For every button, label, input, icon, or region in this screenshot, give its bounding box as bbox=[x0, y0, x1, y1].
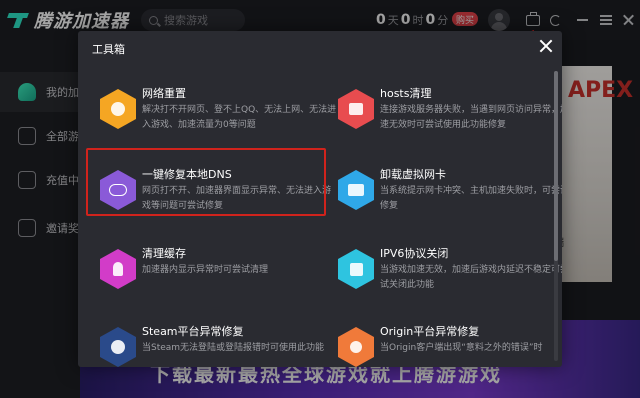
ip-icon bbox=[338, 249, 374, 289]
broom-icon bbox=[100, 249, 136, 289]
tool-desc: 解决打不开网页、登不上QQ、无法上网、无法进入游戏、加速流量为0等问题 bbox=[142, 105, 337, 130]
toolbox-dialog: 工具箱 网络重置 解决打不开网页、登不上QQ、无法上网、无法进入游戏、加速流量为… bbox=[78, 31, 562, 367]
tool-name: Origin平台异常修复 bbox=[380, 325, 480, 338]
server-icon bbox=[338, 89, 374, 129]
scroll-thumb[interactable] bbox=[554, 71, 558, 261]
tool-desc: 加速器内显示异常时可尝试清理 bbox=[142, 265, 269, 275]
tool-name: 清理缓存 bbox=[142, 247, 186, 260]
tool-name: 卸载虚拟网卡 bbox=[380, 168, 446, 181]
tool-desc: 当系统提示网卡冲突、主机加速失败时，可尝试修复 bbox=[380, 186, 562, 211]
network-card-icon bbox=[338, 170, 374, 210]
tool-name: Steam平台异常修复 bbox=[142, 325, 244, 338]
tool-desc: 连接游戏服务器失败，当遇到网页访问异常，加速无效时可尝试使用此功能修复 bbox=[380, 105, 562, 130]
dialog-title: 工具箱 bbox=[92, 43, 125, 56]
tool-hosts-clean[interactable]: hosts清理 连接游戏服务器失败，当遇到网页访问异常，加速无效时可尝试使用此功… bbox=[338, 83, 562, 143]
tool-origin-fix[interactable]: Origin平台异常修复 当Origin客户端出现“意料之外的错误”时 bbox=[338, 321, 562, 367]
planet-icon bbox=[100, 89, 136, 129]
tool-name: hosts清理 bbox=[380, 87, 432, 100]
tool-network-reset[interactable]: 网络重置 解决打不开网页、登不上QQ、无法上网、无法进入游戏、加速流量为0等问题 bbox=[100, 83, 336, 143]
close-icon[interactable] bbox=[539, 39, 553, 53]
tool-name: 网络重置 bbox=[142, 87, 186, 100]
tool-name: IPV6协议关闭 bbox=[380, 247, 449, 260]
tool-desc: 当游戏加速无效，加速后游戏内延迟不稳定可尝试关闭此功能 bbox=[380, 265, 562, 290]
annotation-highlight-box bbox=[86, 148, 326, 216]
tool-desc: 当Origin客户端出现“意料之外的错误”时 bbox=[380, 343, 543, 353]
tool-desc: 当Steam无法登陆或登陆报错时可使用此功能 bbox=[142, 343, 325, 353]
tool-steam-fix[interactable]: Steam平台异常修复 当Steam无法登陆或登陆报错时可使用此功能 bbox=[100, 321, 330, 367]
tool-clear-cache[interactable]: 清理缓存 加速器内显示异常时可尝试清理 bbox=[100, 243, 330, 303]
tool-uninstall-nic[interactable]: 卸载虚拟网卡 当系统提示网卡冲突、主机加速失败时，可尝试修复 bbox=[338, 164, 562, 224]
scrollbar[interactable] bbox=[554, 71, 558, 361]
steam-icon bbox=[100, 327, 136, 367]
origin-icon bbox=[338, 327, 374, 367]
tool-ipv6-off[interactable]: IPV6协议关闭 当游戏加速无效，加速后游戏内延迟不稳定可尝试关闭此功能 bbox=[338, 243, 562, 303]
